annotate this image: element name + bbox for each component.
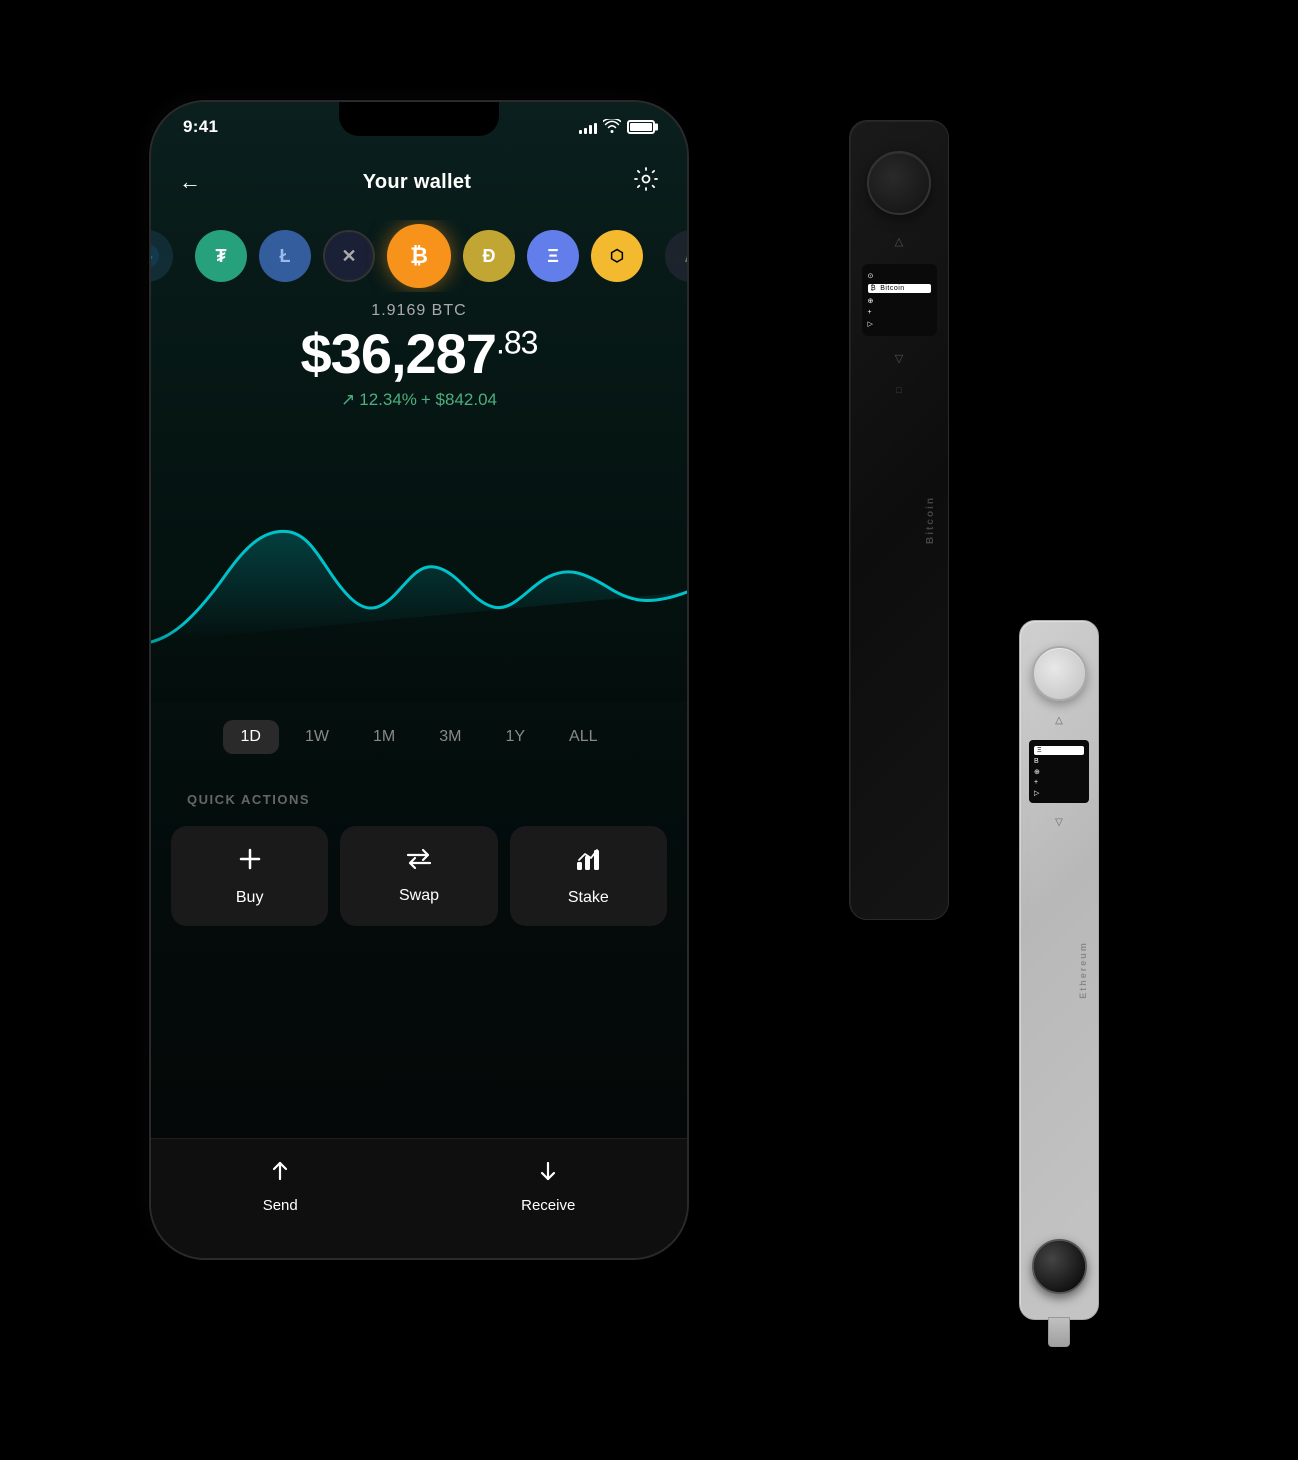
ledger-s-nav-down: ▽ — [1055, 817, 1063, 828]
time-filter-all[interactable]: ALL — [551, 720, 615, 754]
balance-usd: $36,287.83 — [151, 326, 687, 382]
ledger-x-menu-item-3: + — [868, 309, 931, 316]
balance-change: ↗ 12.34% + $842.04 — [151, 390, 687, 410]
buy-label: Buy — [236, 889, 264, 907]
ledger-s-top-button[interactable] — [1032, 646, 1087, 701]
ledger-nano-s: △ Ξ B ⊕ + ▷ ▽ Ethereum — [1019, 620, 1099, 1320]
ledger-x-menu-item-4: ▷ — [868, 320, 931, 328]
time-filter-1d[interactable]: 1D — [223, 720, 279, 754]
signal-bar-1 — [579, 130, 582, 134]
ledger-s-menu-item-1: B — [1034, 758, 1084, 765]
page-title: Your wallet — [363, 171, 472, 194]
status-icons — [579, 119, 655, 136]
coin-partial-left[interactable]: ◆ — [151, 230, 173, 282]
bottom-bar: Send Receive — [151, 1138, 687, 1258]
ledger-x-top-button[interactable] — [867, 151, 931, 215]
scene: 9:41 — [99, 40, 1199, 1420]
phone: 9:41 — [149, 100, 689, 1260]
change-pct: 12.34% — [359, 390, 417, 410]
time-filter-1m[interactable]: 1M — [355, 720, 413, 754]
back-button[interactable]: ← — [179, 169, 201, 195]
swap-icon — [406, 848, 432, 877]
ledger-x-screen: ⊙ ₿Bitcoin ⊕ + ▷ — [862, 264, 937, 336]
quick-actions-row: Buy Swap — [171, 826, 667, 926]
ledger-s-usb — [1048, 1317, 1070, 1347]
send-icon — [268, 1159, 292, 1189]
coin-ethereum[interactable]: Ξ — [527, 230, 579, 282]
ledger-s-screen: Ξ B ⊕ + ▷ — [1029, 740, 1089, 803]
buy-button[interactable]: Buy — [171, 826, 328, 926]
receive-icon — [536, 1159, 560, 1189]
coin-row: ◆ ₮ Ł ✕ ₿ Ð Ξ ⬡ A — [151, 220, 687, 292]
receive-label: Receive — [521, 1197, 575, 1214]
ledger-x-menu-item: ⊙ — [868, 272, 931, 280]
balance-crypto-label: 1.9169 BTC — [151, 302, 687, 320]
time-filters: 1D 1W 1M 3M 1Y ALL — [151, 720, 687, 754]
ledger-x-menu-item-5: □ — [896, 385, 901, 395]
ledger-s-menu-item-4: ▷ — [1034, 789, 1084, 797]
change-arrow: ↗ — [341, 390, 355, 410]
ledger-s-menu-ethereum: Ξ — [1034, 746, 1084, 755]
buy-icon — [237, 846, 263, 879]
send-label: Send — [263, 1197, 298, 1214]
ledger-s-nav-up: △ — [1055, 715, 1063, 726]
signal-bar-2 — [584, 128, 587, 134]
ledger-x-label: Bitcoin — [925, 496, 936, 544]
ledger-s-bottom-button[interactable] — [1032, 1239, 1087, 1294]
ledger-x-menu-item-bitcoin: ₿Bitcoin — [868, 284, 931, 293]
notch — [339, 102, 499, 136]
wifi-icon — [603, 119, 621, 136]
coin-binance[interactable]: ⬡ — [591, 230, 643, 282]
balance-main: $36,287 — [301, 322, 496, 385]
stake-label: Stake — [568, 889, 609, 907]
coin-partial-right[interactable]: A — [665, 230, 687, 282]
battery-icon — [627, 120, 655, 134]
chart-area — [151, 442, 687, 702]
ledger-x-nav-down: ▽ — [895, 352, 903, 365]
header: ← Your wallet — [151, 152, 687, 212]
ledger-s-label: Ethereum — [1078, 941, 1088, 999]
signal-bars — [579, 120, 597, 134]
signal-bar-3 — [589, 125, 592, 134]
phone-screen: 9:41 — [151, 102, 687, 1258]
balance-cents: .83 — [496, 324, 537, 360]
time-filter-1w[interactable]: 1W — [287, 720, 347, 754]
stake-button[interactable]: Stake — [510, 826, 667, 926]
coin-dogecoin[interactable]: Ð — [463, 230, 515, 282]
price-chart — [151, 442, 687, 702]
quick-actions-label: QUICK ACTIONS — [187, 792, 310, 807]
coin-litecoin[interactable]: Ł — [259, 230, 311, 282]
balance-section: 1.9169 BTC $36,287.83 ↗ 12.34% + $842.04 — [151, 302, 687, 410]
coin-xrp[interactable]: ✕ — [323, 230, 375, 282]
ledger-x-nav-up: △ — [895, 235, 903, 248]
ledger-nano-x: △ ⊙ ₿Bitcoin ⊕ + ▷ ▽ □ Bitcoin — [849, 120, 949, 920]
battery-fill — [630, 123, 652, 131]
receive-button[interactable]: Receive — [521, 1159, 575, 1214]
ledger-s-menu-item-2: ⊕ — [1034, 768, 1084, 776]
signal-bar-4 — [594, 123, 597, 134]
ledger-s-menu-item-3: + — [1034, 779, 1084, 786]
status-time: 9:41 — [183, 117, 218, 137]
ledger-x-menu-item-2: ⊕ — [868, 297, 931, 305]
swap-label: Swap — [399, 887, 439, 905]
stake-icon — [575, 846, 601, 879]
time-filter-1y[interactable]: 1Y — [487, 720, 543, 754]
send-button[interactable]: Send — [263, 1159, 298, 1214]
coin-bitcoin-selected[interactable]: ₿ — [387, 224, 451, 288]
coin-tether[interactable]: ₮ — [195, 230, 247, 282]
time-filter-3m[interactable]: 3M — [421, 720, 479, 754]
settings-icon[interactable] — [633, 166, 659, 198]
swap-button[interactable]: Swap — [340, 826, 497, 926]
change-usd: + $842.04 — [421, 390, 497, 410]
